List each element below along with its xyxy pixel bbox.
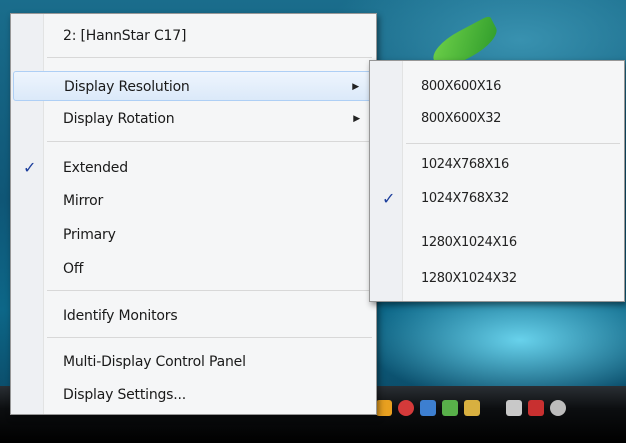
menu-separator	[47, 141, 372, 142]
menu-separator	[47, 57, 372, 58]
system-tray	[376, 400, 566, 416]
menu-separator	[47, 290, 372, 291]
menu-item-label: Mirror	[63, 193, 104, 209]
menu-item-mirror[interactable]: Mirror	[13, 186, 374, 216]
resolution-label: 800X600X32	[421, 111, 501, 126]
tray-volume-icon[interactable]	[550, 400, 566, 416]
tray-power-icon[interactable]	[506, 400, 522, 416]
resolution-submenu: 800X600X16 800X600X32 1024X768X16 ✓ 1024…	[369, 60, 625, 302]
tray-app-icon[interactable]	[376, 400, 392, 416]
menu-item-label: Display Settings...	[63, 387, 187, 403]
menu-item-label: Display Resolution	[64, 79, 190, 95]
menu-item-display-rotation[interactable]: Display Rotation ▶	[13, 104, 374, 134]
resolution-label: 1280X1024X16	[421, 235, 517, 250]
menu-item-label: Extended	[63, 160, 128, 176]
checkmark-icon: ✓	[382, 189, 396, 208]
resolution-option-1280x1024x16[interactable]: 1280X1024X16	[372, 229, 622, 257]
resolution-option-800x600x32[interactable]: 800X600X32	[372, 105, 622, 133]
tray-display-icon[interactable]	[442, 400, 458, 416]
menu-item-primary[interactable]: Primary	[13, 220, 374, 250]
menu-item-display-resolution[interactable]: Display Resolution ▶	[13, 71, 374, 101]
menu-item-label: Multi-Display Control Panel	[63, 354, 246, 370]
menu-item-label: Primary	[63, 227, 116, 243]
resolution-label: 1024X768X32	[421, 191, 509, 206]
resolution-option-1024x768x16[interactable]: 1024X768X16	[372, 151, 622, 179]
tray-folder-icon[interactable]	[464, 400, 480, 416]
menu-item-label: Off	[63, 261, 84, 277]
menu-item-extended[interactable]: ✓ Extended	[13, 153, 374, 183]
menu-item-display-settings[interactable]: Display Settings...	[13, 380, 374, 410]
tray-shield-icon[interactable]	[528, 400, 544, 416]
checkmark-icon: ✓	[23, 158, 37, 177]
resolution-option-1280x1024x32[interactable]: 1280X1024X32	[372, 265, 622, 293]
resolution-option-1024x768x32[interactable]: ✓ 1024X768X32	[372, 185, 622, 213]
resolution-label: 1280X1024X32	[421, 271, 517, 286]
tray-security-icon[interactable]	[398, 400, 414, 416]
resolution-option-800x600x16[interactable]: 800X600X16	[372, 73, 622, 101]
tray-network-icon[interactable]	[420, 400, 436, 416]
triangle-right-icon: ▶	[353, 114, 360, 124]
menu-item-off[interactable]: Off	[13, 254, 374, 284]
triangle-right-icon: ▶	[352, 82, 359, 92]
resolution-label: 1024X768X16	[421, 157, 509, 172]
menu-item-identify-monitors[interactable]: Identify Monitors	[13, 301, 374, 331]
display-context-menu: 2: [HannStar C17] Display Resolution ▶ D…	[10, 13, 377, 415]
monitor-header-label: 2: [HannStar C17]	[63, 28, 187, 44]
monitor-header: 2: [HannStar C17]	[13, 21, 374, 51]
menu-separator	[47, 337, 372, 338]
resolution-label: 800X600X16	[421, 79, 501, 94]
submenu-separator	[406, 143, 620, 144]
menu-item-label: Identify Monitors	[63, 308, 178, 324]
menu-item-label: Display Rotation	[63, 111, 175, 127]
menu-item-multi-display-control-panel[interactable]: Multi-Display Control Panel	[13, 347, 374, 377]
